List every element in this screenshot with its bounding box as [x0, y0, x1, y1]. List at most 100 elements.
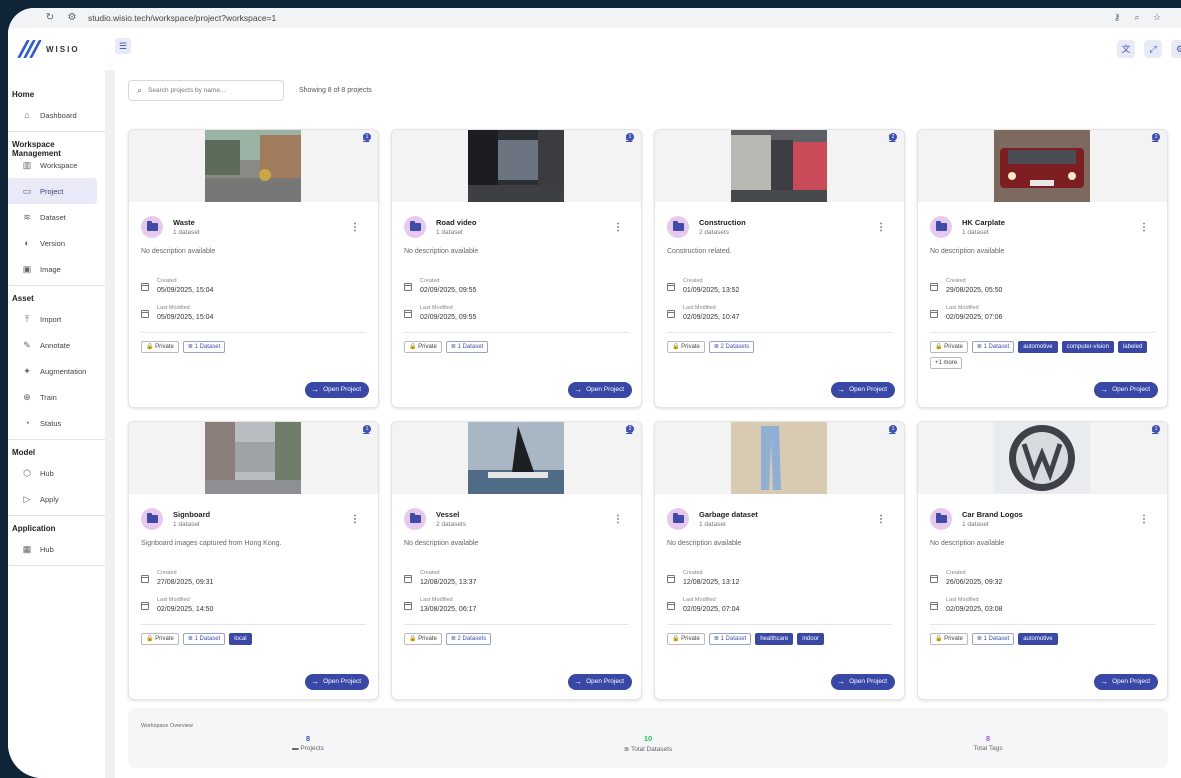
project-chips: 🔒 Private ≣ 2 Datasets — [667, 341, 894, 353]
dataset-list-icon[interactable]: ≣1 — [1151, 425, 1161, 437]
project-thumbnail-area[interactable]: ≣1 — [655, 422, 904, 494]
project-thumbnail-area[interactable]: ≣1 — [129, 422, 378, 494]
sidebar-item-dataset[interactable]: ≋ Dataset — [8, 204, 105, 230]
project-thumbnail[interactable] — [993, 130, 1090, 202]
sidebar-item-train[interactable]: ⊕ Train — [8, 384, 105, 410]
url-text[interactable]: studio.wisio.tech/workspace/project?work… — [88, 13, 276, 23]
open-project-button[interactable]: → Open Project — [1094, 674, 1158, 690]
sidebar-section-title: Model — [12, 448, 36, 457]
date-label: Created — [157, 570, 177, 576]
project-thumbnail-area[interactable]: ≣1 — [392, 130, 641, 202]
card-divider — [930, 332, 1155, 333]
project-chips: 🔒 Private ≣ 1 Dataset healthcare indoor — [667, 633, 894, 645]
dataset-list-icon[interactable]: ≣1 — [362, 133, 372, 145]
open-project-button[interactable]: → Open Project — [831, 382, 895, 398]
date-value: 13/08/2025, 06:17 — [420, 606, 477, 613]
sidebar-item-version[interactable]: ◐ Version — [8, 230, 105, 256]
key-icon[interactable]: ⚷ — [1111, 12, 1123, 23]
folder-icon — [930, 216, 952, 238]
more-options-icon[interactable]: ⋮ — [1139, 514, 1149, 525]
dataset-list-icon[interactable]: ≣2 — [888, 133, 898, 145]
dataset-list-icon[interactable]: ≣2 — [625, 425, 635, 437]
sidebar-item-import[interactable]: ⤒ Import — [8, 306, 105, 332]
calendar-icon — [141, 283, 149, 291]
open-project-button[interactable]: → Open Project — [568, 674, 632, 690]
dataset-list-icon[interactable]: ≣1 — [1151, 133, 1161, 145]
tag-chip: computer-vision — [1061, 341, 1114, 353]
upload-icon: ⤒ — [25, 313, 29, 324]
open-project-button[interactable]: → Open Project — [305, 382, 369, 398]
privacy-chip: 🔒 Private — [667, 633, 705, 645]
sidebar-item-status[interactable]: ◔ Status — [8, 410, 105, 436]
calendar-icon — [930, 283, 938, 291]
dataset-list-icon[interactable]: ≣1 — [888, 425, 898, 437]
sidebar-section-title: Asset — [12, 294, 34, 303]
search-icon: ⌕ — [137, 85, 143, 95]
home-icon: ⌂ — [24, 110, 30, 120]
project-thumbnail-area[interactable]: ≣2 — [392, 422, 641, 494]
version-icon: ◐ — [24, 238, 30, 248]
project-thumbnail[interactable] — [730, 422, 827, 494]
menu-toggle-button[interactable]: ☰ — [115, 38, 131, 54]
star-icon[interactable]: ☆ — [1151, 12, 1163, 23]
date-value: 05/09/2025, 15:04 — [157, 314, 214, 321]
stat-label: Projects — [300, 745, 324, 752]
sidebar-item-hub[interactable]: ▦ Hub — [8, 536, 105, 562]
fullscreen-icon[interactable]: ⤢ — [1144, 40, 1162, 58]
sidebar-item-project[interactable]: ▭ Project — [8, 178, 97, 204]
sidebar-item-image[interactable]: ▣ Image — [8, 256, 105, 282]
sidebar-item-label: Augmentation — [40, 366, 87, 376]
date-value: 02/09/2025, 07:04 — [683, 606, 740, 613]
project-dataset-count: 1 dataset — [962, 229, 989, 236]
stat-label-row: ≣ Total Datasets — [588, 745, 708, 753]
open-project-button[interactable]: → Open Project — [568, 382, 632, 398]
sidebar-item-annotate[interactable]: ✎ Annotate — [8, 332, 105, 358]
more-options-icon[interactable]: ⋮ — [350, 514, 360, 525]
project-thumbnail[interactable] — [204, 422, 301, 494]
reload-icon[interactable]: ↻ — [44, 12, 56, 24]
more-options-icon[interactable]: ⋮ — [350, 222, 360, 233]
project-thumbnail[interactable] — [730, 130, 827, 202]
sidebar-item-augmentation[interactable]: ✦ Augmentation — [8, 358, 105, 384]
sidebar-item-apply[interactable]: ▷ Apply — [8, 486, 105, 512]
dataset-list-icon[interactable]: ≣1 — [362, 425, 372, 437]
open-project-button[interactable]: → Open Project — [305, 674, 369, 690]
dataset-chip: ≣ 1 Dataset — [445, 341, 489, 353]
chip-label: 2 Datasets — [457, 636, 487, 642]
project-chips: 🔒 Private ≣ 1 Dataset local — [141, 633, 368, 645]
date-value: 01/09/2025, 13:52 — [683, 287, 740, 294]
card-divider — [404, 624, 629, 625]
project-thumbnail[interactable] — [467, 130, 564, 202]
project-thumbnail[interactable] — [467, 422, 564, 494]
open-project-button[interactable]: → Open Project — [1094, 382, 1158, 398]
dataset-list-icon[interactable]: ≣1 — [625, 133, 635, 145]
list-icon: ≣ — [187, 636, 195, 642]
project-thumbnail-area[interactable]: ≣1 — [918, 422, 1167, 494]
open-project-button[interactable]: → Open Project — [831, 674, 895, 690]
site-info-icon[interactable]: ⚙ — [66, 12, 78, 24]
chip-label: Private — [155, 344, 174, 350]
chip-label: Private — [681, 636, 700, 642]
logo[interactable]: WISIO — [17, 40, 80, 58]
date-label: Last Modified — [420, 597, 453, 603]
more-tags-chip[interactable]: +1 more — [930, 357, 963, 369]
calendar-icon — [141, 310, 149, 318]
more-options-icon[interactable]: ⋮ — [613, 222, 623, 233]
zoom-icon[interactable]: ⌕ — [1131, 12, 1143, 23]
project-thumbnail-area[interactable]: ≣2 — [655, 130, 904, 202]
project-thumbnail-area[interactable]: ≣1 — [129, 130, 378, 202]
search-input[interactable] — [148, 87, 269, 94]
translate-icon[interactable]: 文 — [1117, 40, 1135, 58]
more-options-icon[interactable]: ⋮ — [1139, 222, 1149, 233]
date-label: Last Modified — [157, 597, 190, 603]
sidebar-item-dashboard[interactable]: ⌂ Dashboard — [8, 102, 105, 128]
more-options-icon[interactable]: ⋮ — [876, 222, 886, 233]
project-thumbnail-area[interactable]: ≣1 — [918, 130, 1167, 202]
more-options-icon[interactable]: ⋮ — [876, 514, 886, 525]
sidebar-item-hub[interactable]: ⬡ Hub — [8, 460, 105, 486]
search-box[interactable]: ⌕ — [128, 80, 284, 101]
project-thumbnail[interactable] — [993, 422, 1090, 494]
more-options-icon[interactable]: ⋮ — [613, 514, 623, 525]
settings-icon[interactable]: ⚙ — [1171, 40, 1181, 58]
project-thumbnail[interactable] — [204, 130, 301, 202]
